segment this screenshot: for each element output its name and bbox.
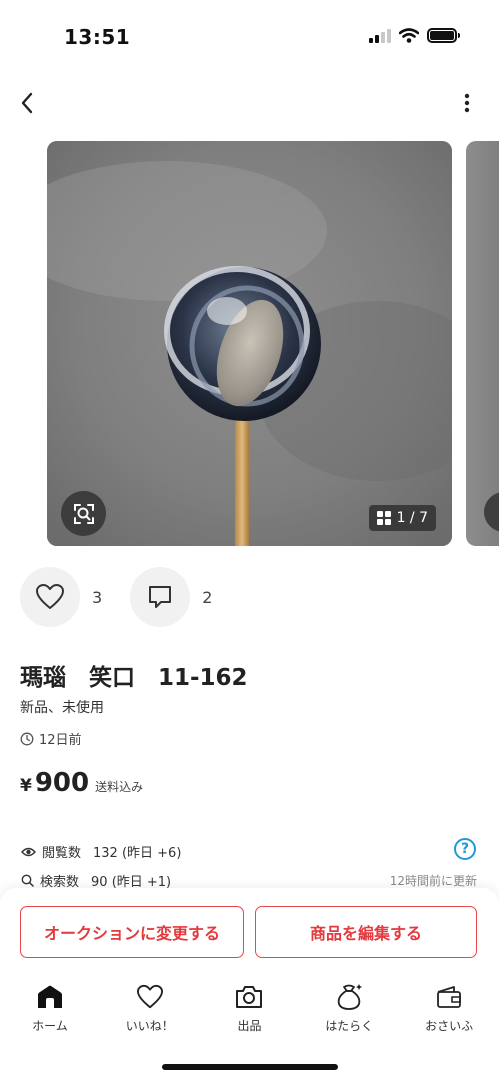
tab-likes[interactable]: いいね！ [100,978,200,1038]
image-counter[interactable]: 1 / 7 [368,505,436,531]
heart-icon [36,584,64,609]
comment-icon [149,586,172,608]
wifi-icon [399,28,419,43]
tab-work[interactable]: はたらく [299,978,399,1038]
tab-wallet-label: おさいふ [425,1019,474,1033]
views-stat: 閲覧数 132 (昨日 +6) [21,842,181,861]
edit-item-button[interactable]: 商品を編集する [255,906,477,958]
tab-sell-label: 出品 [237,1019,262,1033]
cellular-signal-icon [369,28,391,43]
tab-home[interactable]: ホーム [0,978,100,1038]
home-indicator [162,1064,338,1070]
comment-count: 2 [202,587,213,607]
comment-button[interactable] [130,567,191,627]
comment-group: 2 [130,567,212,627]
like-button[interactable] [20,567,80,627]
like-count: 3 [92,587,103,607]
tab-work-label: はたらく [325,1019,374,1033]
item-condition: 新品、未使用 [20,700,104,716]
tab-home-label: ホーム [32,1019,68,1033]
clock-icon [20,732,34,745]
wallet-icon [437,986,461,1008]
chevron-left-icon [21,92,33,114]
image-search-icon [484,492,499,532]
eye-icon [21,847,36,856]
status-time: 13:51 [64,25,131,49]
tab-likes-label: いいね！ [125,1019,174,1033]
tab-bar: ホーム いいね！ 出品 はたらく おさいふ [0,978,499,1038]
status-bar: 13:51 [0,0,499,70]
shipping-note: 送料込み [95,780,144,794]
product-image-carousel[interactable]: 1 / 7 [47,141,452,546]
camera-icon [236,986,263,1008]
battery-icon [427,28,460,43]
status-icons [369,28,460,43]
search-icon [21,874,34,887]
back-button[interactable] [12,88,42,118]
views-value: 132 (昨日 +6) [93,846,182,861]
image-search-icon [73,503,94,524]
money-bag-icon [338,984,363,1010]
grid-icon [376,511,391,525]
price-value: 900 [34,768,90,798]
views-label: 閲覧数 [42,846,82,861]
more-vertical-icon [464,93,470,113]
change-to-auction-button[interactable]: オークションに変更する [20,906,244,958]
item-title: 瑪瑙 笑口 11-162 [20,665,248,691]
more-options-button[interactable] [457,90,477,116]
next-image-preview[interactable] [466,141,499,546]
price: ¥ 900 送料込み [20,768,143,798]
posted-ago: 12日前 [20,729,82,748]
tab-wallet[interactable]: おさいふ [399,978,499,1038]
heart-icon [136,984,163,1009]
social-actions: 3 2 [20,567,212,627]
home-icon [37,985,62,1008]
price-currency: ¥ [20,776,32,796]
image-search-button[interactable] [61,491,106,536]
posted-ago-text: 12日前 [39,733,82,748]
product-photo[interactable] [47,141,452,546]
stats-updated-note: 12時間前に更新 [389,874,477,888]
image-counter-text: 1 / 7 [396,510,428,526]
help-icon[interactable]: ? [454,838,476,860]
tab-sell[interactable]: 出品 [200,978,300,1038]
